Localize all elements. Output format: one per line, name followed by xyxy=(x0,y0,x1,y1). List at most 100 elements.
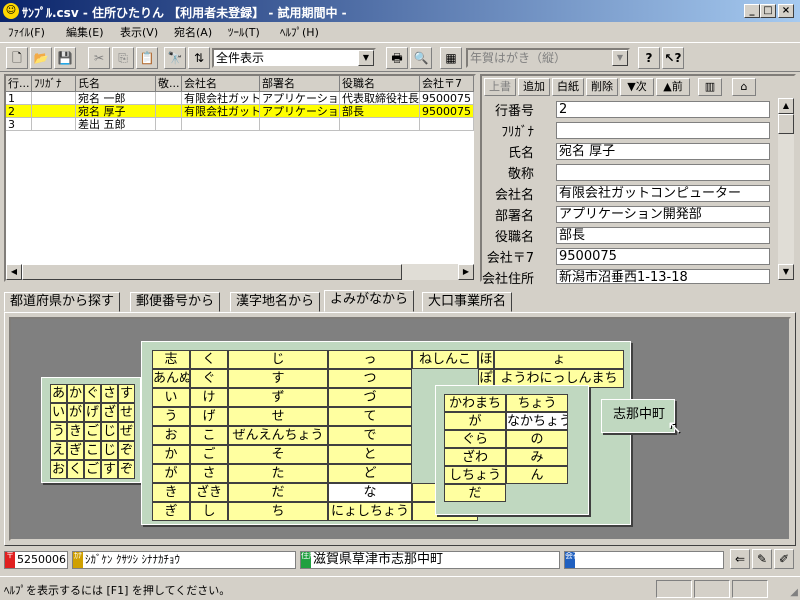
tab-kanji[interactable]: 漢字地名から xyxy=(230,292,321,312)
kana-cell[interactable]: ぎ xyxy=(67,441,84,460)
kana-cell[interactable]: て xyxy=(328,407,412,426)
menu-tools[interactable]: ﾂｰﾙ(T) xyxy=(228,24,260,40)
address-field[interactable]: 住所滋賀県草津市志那中町 xyxy=(300,551,560,569)
cell-company-zip[interactable] xyxy=(420,118,474,131)
kana-cell[interactable]: な xyxy=(328,483,412,502)
kana-field[interactable]: ｶﾅ ｼｶﾞｹﾝ ｸｻﾂｼ ｼﾅﾅｶﾁｮｳ xyxy=(72,551,296,569)
print-layout-select[interactable]: 年賀はがき（縦） ▼ xyxy=(466,48,630,68)
maximize-icon[interactable]: □ xyxy=(760,4,776,18)
kana-cell[interactable]: お xyxy=(152,426,190,445)
kana-cell[interactable]: ざわ xyxy=(444,448,506,466)
kana-cell[interactable]: ぎ xyxy=(152,502,190,521)
kana-cell[interactable]: ぞ xyxy=(118,441,135,460)
col-header-name[interactable]: 氏名 xyxy=(76,76,156,92)
kana-cell[interactable]: そ xyxy=(228,445,328,464)
kana-cell[interactable]: け xyxy=(190,388,228,407)
cell-department[interactable] xyxy=(260,118,340,131)
col-header-department[interactable]: 部署名 xyxy=(260,76,340,92)
cell-company[interactable]: 有限会社ガット xyxy=(182,92,260,105)
kana-cell[interactable]: の xyxy=(506,430,568,448)
field-department[interactable]: アプリケーション開発部 xyxy=(556,206,770,223)
kana-cell[interactable]: た xyxy=(228,464,328,483)
cell-row[interactable]: 1 xyxy=(6,92,32,105)
scroll-right-icon[interactable]: ▶ xyxy=(458,264,474,280)
menu-address[interactable]: 宛名(A) xyxy=(174,24,212,40)
cell-honorific[interactable] xyxy=(156,118,182,131)
apply-address-icon[interactable]: ⇐ xyxy=(730,549,750,569)
kana-cell[interactable]: じ xyxy=(101,422,118,441)
tab-large-office[interactable]: 大口事業所名 xyxy=(422,292,513,312)
kana-cell[interactable]: う xyxy=(152,407,190,426)
cell-name[interactable]: 宛名 厚子 xyxy=(76,105,156,118)
cell-furigana[interactable] xyxy=(32,105,76,118)
cell-company-zip[interactable]: 9500075 xyxy=(420,92,474,105)
horizontal-scrollbar[interactable]: ◀ ▶ xyxy=(6,264,474,280)
cell-title[interactable]: 代表取締役社長 xyxy=(340,92,420,105)
edit-pencil-icon[interactable]: ✎ xyxy=(752,549,772,569)
kana-cell[interactable]: かわまち xyxy=(444,394,506,412)
kana-cell[interactable]: く xyxy=(190,350,228,369)
field-name[interactable]: 宛名 厚子 xyxy=(556,143,770,160)
field-title[interactable]: 部長 xyxy=(556,227,770,244)
kana-cell[interactable]: か xyxy=(152,445,190,464)
kana-cell[interactable]: さ xyxy=(190,464,228,483)
col-header-honorific[interactable]: 敬... xyxy=(156,76,182,92)
kana-cell[interactable]: こ xyxy=(84,441,101,460)
cell-name[interactable]: 宛名 一郎 xyxy=(76,92,156,105)
kana-cell[interactable]: ょ xyxy=(494,350,624,369)
kana-cell[interactable]: ぐら xyxy=(444,430,506,448)
cell-name[interactable]: 差出 五郎 xyxy=(76,118,156,131)
kana-cell[interactable]: き xyxy=(152,483,190,502)
field-row-number[interactable]: 2 xyxy=(556,101,770,118)
cell-department[interactable]: アプリケーション開 xyxy=(260,105,340,118)
field-company[interactable]: 有限会社ガットコンピューター xyxy=(556,185,770,202)
open-folder-icon[interactable]: 📂 xyxy=(30,47,52,69)
kana-cell[interactable]: す xyxy=(228,369,328,388)
kana-cell[interactable]: 志 xyxy=(152,350,190,369)
kana-cell[interactable]: ほ xyxy=(478,350,494,369)
kana-cell[interactable]: しちょう xyxy=(444,466,506,484)
paste-icon[interactable]: 📋 xyxy=(136,47,158,69)
kana-cell[interactable]: ご xyxy=(84,422,101,441)
delete-button[interactable]: 削除 xyxy=(586,78,618,96)
kana-cell[interactable]: が xyxy=(152,464,190,483)
chevron-down-icon[interactable]: ▼ xyxy=(358,50,374,66)
kana-cell[interactable]: す xyxy=(118,384,135,403)
col-header-row[interactable]: 行... xyxy=(6,76,32,92)
add-button[interactable]: 追加 xyxy=(518,78,550,96)
calculator-icon[interactable]: ▦ xyxy=(440,47,462,69)
kana-cell[interactable]: み xyxy=(506,448,568,466)
vertical-scrollbar[interactable]: ▲ ▼ xyxy=(778,98,794,280)
save-icon[interactable]: 💾 xyxy=(54,47,76,69)
cell-furigana[interactable] xyxy=(32,118,76,131)
next-button[interactable]: ▼次 xyxy=(620,78,654,96)
print-preview-icon[interactable]: 🔍 xyxy=(410,47,432,69)
cell-company[interactable] xyxy=(182,118,260,131)
kana-cell[interactable]: き xyxy=(67,422,84,441)
tab-yomigana[interactable]: よみがなから xyxy=(324,290,415,312)
col-header-company-zip[interactable]: 会社〒7 xyxy=(420,76,474,92)
kana-cell[interactable]: ぞ xyxy=(118,460,135,479)
field-company-address[interactable]: 新潟市沼垂西1-13-18 xyxy=(556,269,770,284)
kana-cell[interactable]: す xyxy=(101,460,118,479)
kana-cell[interactable]: ち xyxy=(228,502,328,521)
menu-file[interactable]: ﾌｧｲﾙ(F) xyxy=(8,24,45,40)
cell-honorific[interactable] xyxy=(156,105,182,118)
print-icon[interactable]: 🖶 xyxy=(386,47,408,69)
kana-cell[interactable]: あ xyxy=(50,384,67,403)
address-grid[interactable]: 行... ﾌﾘｶﾞﾅ 氏名 敬... 会社名 部署名 役職名 会社〒7 1 宛名… xyxy=(4,74,476,282)
tab-prefecture[interactable]: 都道府県から探す xyxy=(4,292,121,312)
kana-cell[interactable]: ご xyxy=(190,445,228,464)
kana-cell[interactable]: だ xyxy=(228,483,328,502)
write-icon[interactable]: ✐ xyxy=(774,549,794,569)
cell-company[interactable]: 有限会社ガット xyxy=(182,105,260,118)
cell-department[interactable]: アプリケーション開 xyxy=(260,92,340,105)
kana-cell[interactable]: ざき xyxy=(190,483,228,502)
blank-button[interactable]: 白紙 xyxy=(552,78,584,96)
kana-cell[interactable]: じ xyxy=(228,350,328,369)
find-binoculars-icon[interactable]: 🔭 xyxy=(164,47,186,69)
kana-cell[interactable]: づ xyxy=(328,388,412,407)
scroll-left-icon[interactable]: ◀ xyxy=(6,264,22,280)
zip-field[interactable]: 〒 5250006 xyxy=(4,551,68,569)
filter-select[interactable]: 全件表示 ▼ xyxy=(212,48,376,68)
